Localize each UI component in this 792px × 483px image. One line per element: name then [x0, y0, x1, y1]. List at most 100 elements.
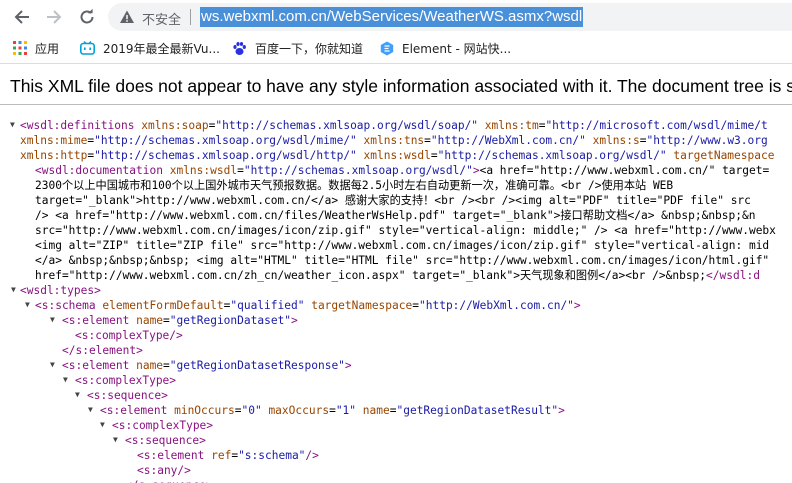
xml-line: <s:complexType/>: [75, 328, 183, 343]
xml-text: target="_blank">http://www.webxml.com.cn…: [35, 194, 751, 207]
arrow-right-icon: [47, 10, 62, 24]
bookmarks-bar: 应用 2019年最全最新Vu... 百度一下，你就知道 Element - 网站…: [0, 33, 792, 64]
url-text[interactable]: ws.webxml.com.cn/WebServices/WeatherWS.a…: [200, 7, 584, 27]
xml-tag: <s:element: [100, 404, 175, 417]
xml-text: <img alt="ZIP" title="ZIP file" src="htt…: [35, 239, 770, 252]
bookmark-element[interactable]: Element - 网站快...: [380, 33, 511, 63]
xml-attr-name: elementFormDefault: [102, 299, 224, 312]
bookmark-label: 2019年最全最新Vu...: [103, 41, 220, 56]
xml-attr-value: "http://www.w3.org: [646, 134, 768, 147]
xml-line: <s:sequence>: [87, 388, 168, 403]
bilibili-icon: [80, 41, 95, 55]
xml-attr-value: "http://schemas.xmlsoap.org/wsdl/": [243, 164, 473, 177]
xml-line: <s:any/>: [137, 463, 191, 478]
xml-attr-name: name: [362, 404, 390, 417]
xml-attr-name: targetNamespace: [673, 149, 775, 162]
collapse-toggle-icon[interactable]: ▼: [50, 315, 55, 324]
xml-tag: <s:element: [137, 449, 212, 462]
xml-line: href="http://www.webxml.com.cn/zh_cn/wea…: [35, 268, 760, 283]
xml-text: [357, 134, 364, 147]
xml-tag: <wsdl:types>: [20, 284, 101, 297]
forward-button[interactable]: [41, 4, 67, 30]
xml-attr-value: "http://WebXml.com.cn/": [419, 299, 574, 312]
reload-button[interactable]: [74, 4, 100, 30]
address-bar[interactable]: 不安全 ws.webxml.com.cn/WebServices/Weather…: [108, 3, 792, 31]
xml-text: =: [163, 359, 170, 372]
xml-style-notice: This XML file does not appear to have an…: [10, 76, 792, 96]
xml-line: <img alt="ZIP" title="ZIP file" src="htt…: [35, 238, 769, 253]
collapse-toggle-icon[interactable]: ▼: [50, 360, 55, 369]
xml-line: <s:sequence>: [125, 433, 206, 448]
xml-attr-name: xmlns:mime: [20, 134, 88, 147]
xml-tag: <s:element: [62, 314, 137, 327]
xml-attr-name: xmlns:tns: [363, 134, 425, 147]
baidu-paw-icon: [232, 41, 247, 56]
xml-attr-value: "http://schemas.xmlsoap.org/wsdl/": [437, 149, 667, 162]
xml-attr-value: "getRegionDataset": [169, 314, 292, 327]
xml-attr-value: "s:schema": [238, 449, 306, 462]
xml-tag: </wsdl:d: [706, 269, 760, 282]
xml-text: [478, 119, 485, 132]
collapse-toggle-icon[interactable]: ▼: [10, 120, 15, 129]
browser-toolbar: 不安全 ws.webxml.com.cn/WebServices/Weather…: [0, 0, 792, 33]
collapse-toggle-icon[interactable]: ▼: [75, 390, 80, 399]
xml-tag: <s:complexType>: [75, 374, 177, 387]
xml-tag: >: [344, 359, 352, 372]
bookmark-label: Element - 网站快...: [402, 41, 512, 56]
xml-line: <s:element name="getRegionDataset">: [62, 313, 298, 328]
xml-attr-value: "0": [241, 404, 262, 417]
xml-text: =: [412, 299, 419, 312]
xml-line: <wsdl:documentation xmlns:wsdl="http://s…: [35, 163, 769, 178]
xml-text: href="http://www.webxml.com.cn/zh_cn/wea…: [35, 269, 707, 282]
xml-tag: <s:complexType>: [112, 419, 214, 432]
xml-text: 2300个以上中国城市和100个以上国外城市天气预报数据。数据每2.5小时左右自…: [35, 179, 674, 192]
notice-divider: [0, 104, 792, 105]
collapse-toggle-icon[interactable]: ▼: [113, 435, 118, 444]
xml-line: </s:sequence>: [125, 478, 213, 483]
xml-text: /> <a href="http://www.webxml.com.cn/fil…: [35, 209, 756, 222]
xml-tag: <wsdl:definitions: [20, 119, 142, 132]
xml-tag: <s:any/>: [137, 464, 191, 477]
xml-attr-name: xmlns:soap: [141, 119, 209, 132]
xml-attr-value: "getRegionDatasetResult": [396, 404, 559, 417]
xml-attr-value: "qualified": [230, 299, 305, 312]
xml-text: =: [639, 134, 647, 147]
xml-text: src="http://www.webxml.com.cn/images/ico…: [35, 224, 776, 237]
xml-attr-name: xmlns:wsdl: [169, 164, 238, 177]
xml-attr-value: "http://schemas.xmlsoap.org/wsdl/http/": [94, 149, 357, 162]
xml-tag: </s:sequence>: [125, 479, 213, 483]
xml-tag: >: [291, 314, 298, 327]
xml-attr-name: minOccurs: [174, 404, 235, 417]
xml-attr-value: "1": [335, 404, 357, 417]
omnibox-separator: [190, 9, 191, 25]
xml-line: <s:complexType>: [75, 373, 176, 388]
xml-attr-value: "getRegionDatasetResponse": [169, 359, 345, 372]
collapse-toggle-icon[interactable]: ▼: [25, 300, 30, 309]
reload-icon: [80, 8, 94, 24]
xml-text: [586, 134, 593, 147]
element-logo-icon: [380, 41, 394, 56]
xml-attr-name: xmlns:tm: [484, 119, 539, 132]
back-button[interactable]: [9, 4, 35, 30]
xml-tag: <s:schema: [35, 299, 103, 312]
xml-line: src="http://www.webxml.com.cn/images/ico…: [35, 223, 776, 238]
bookmark-apps[interactable]: 应用: [13, 33, 59, 63]
xml-line: target="_blank">http://www.webxml.com.cn…: [35, 193, 751, 208]
xml-attr-name: maxOccurs: [268, 404, 330, 417]
xml-line: /> <a href="http://www.webxml.com.cn/fil…: [35, 208, 755, 223]
collapse-toggle-icon[interactable]: ▼: [88, 405, 93, 414]
xml-tag: />: [305, 449, 319, 462]
bookmark-label: 应用: [35, 41, 60, 56]
xml-tag: >: [472, 164, 480, 177]
xml-tag: <wsdl:documentation: [35, 164, 170, 177]
not-secure-label[interactable]: 不安全: [142, 9, 181, 28]
bookmark-vue-article[interactable]: 2019年最全最新Vu...: [80, 33, 220, 63]
xml-tag: <s:sequence>: [125, 434, 206, 447]
xml-attr-name: ref: [211, 449, 232, 462]
collapse-toggle-icon[interactable]: ▼: [63, 375, 68, 384]
collapse-toggle-icon[interactable]: ▼: [100, 420, 105, 429]
bookmark-baidu[interactable]: 百度一下，你就知道: [232, 33, 363, 63]
xml-text: [356, 404, 363, 417]
collapse-toggle-icon[interactable]: ▼: [11, 285, 16, 294]
xml-line: 2300个以上中国城市和100个以上国外城市天气预报数据。数据每2.5小时左右自…: [35, 178, 673, 193]
